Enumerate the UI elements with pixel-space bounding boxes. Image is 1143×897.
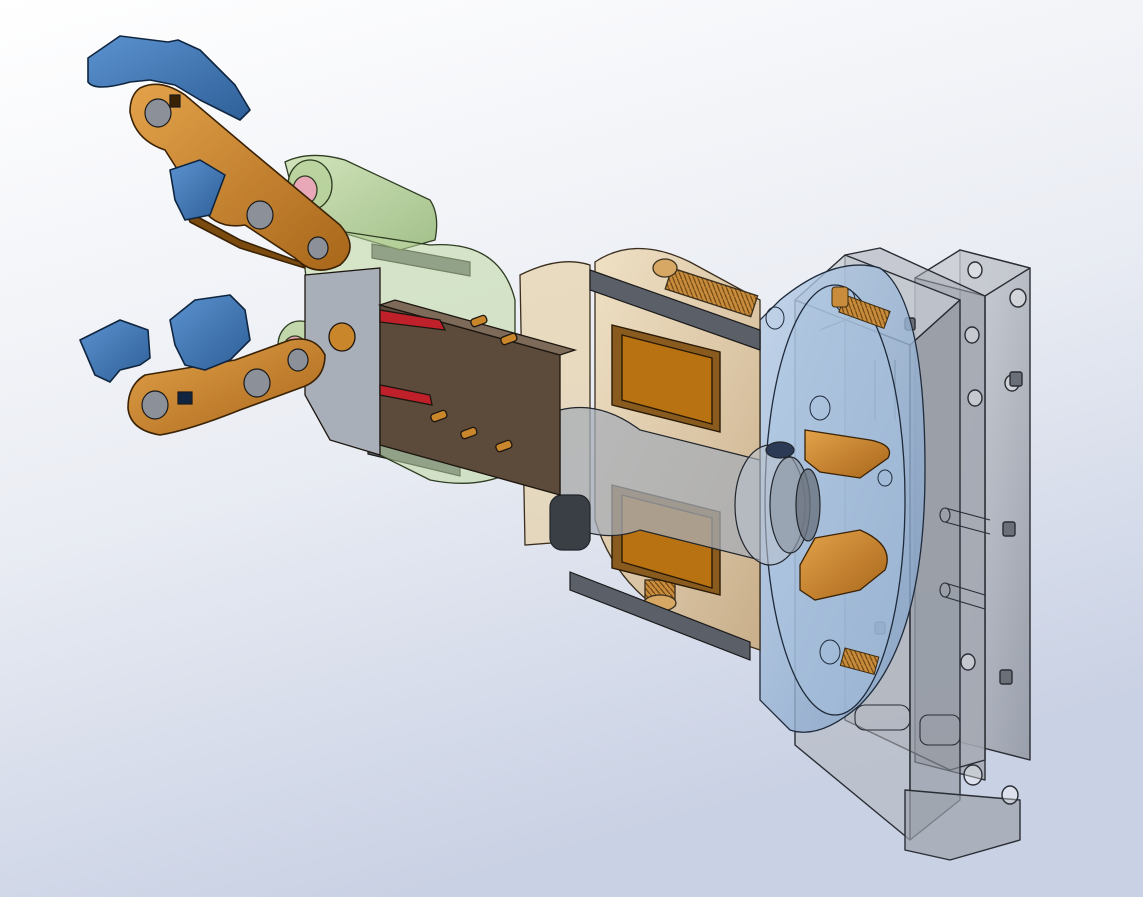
cad-viewport[interactable] — [0, 0, 1143, 897]
gripper-assembly-model[interactable] — [0, 0, 1143, 897]
